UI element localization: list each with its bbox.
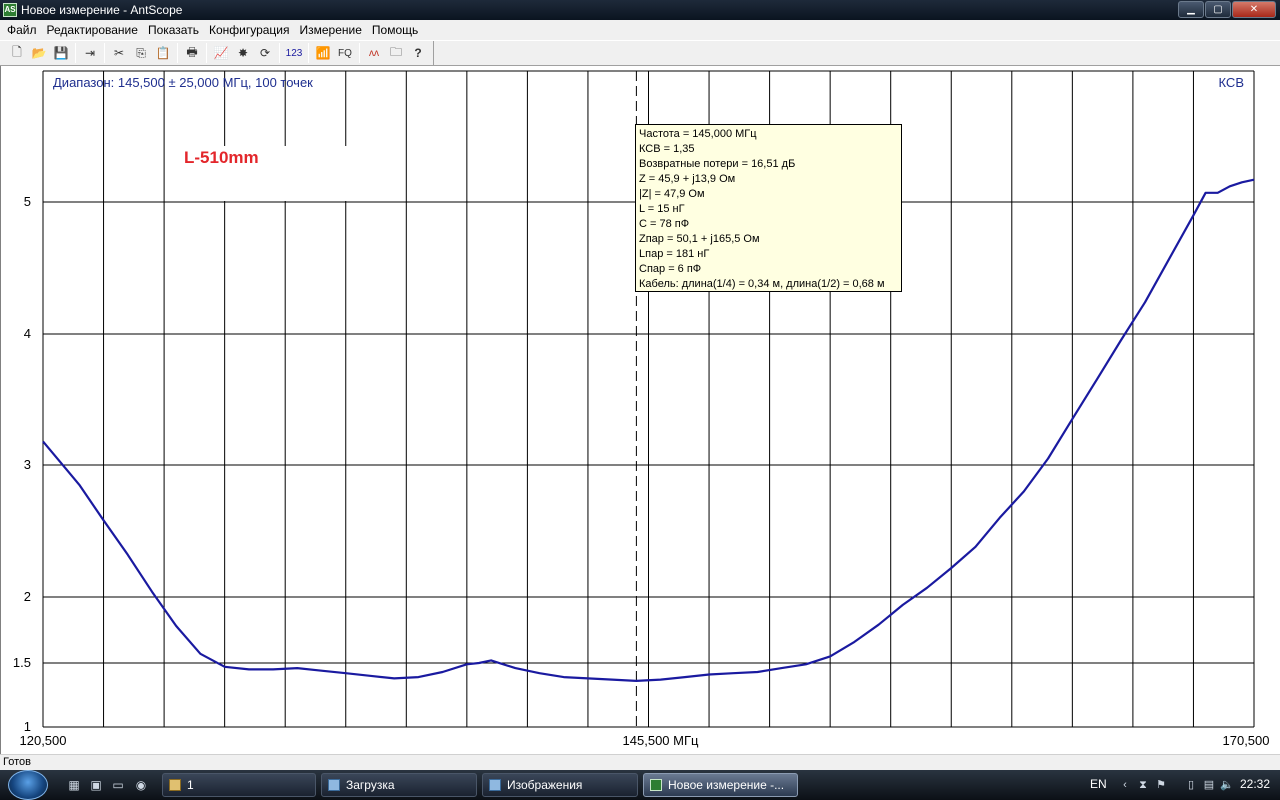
- toolbar-separator: [359, 43, 360, 63]
- toolbar-end-separator: [433, 41, 434, 65]
- help-icon[interactable]: ?: [407, 42, 429, 64]
- window-title: Новое измерение - AntScope: [21, 3, 183, 17]
- toolbar-separator: [75, 43, 76, 63]
- auto-scan-icon[interactable]: ✸: [232, 42, 254, 64]
- new-file-icon[interactable]: 🗋: [6, 42, 28, 64]
- status-text: Готов: [3, 756, 31, 768]
- swr-chart-area[interactable]: 5 4 3 2 1.5 1 120,500 145,500 МГц 170,500 Диапаз…: [0, 66, 1280, 754]
- tooltip-cable-length: Кабель: длина(1/4) = 0,34 м, длина(1/2) …: [639, 278, 885, 290]
- volume-icon[interactable]: 🔈: [1220, 778, 1234, 792]
- device-icon[interactable]: ▤: [1202, 778, 1216, 792]
- copy-icon[interactable]: ⎘: [130, 42, 152, 64]
- menu-edit[interactable]: Редактирование: [42, 20, 143, 40]
- range-label: Диапазон: 145,500 ± 25,000 МГц, 100 точе…: [53, 75, 313, 90]
- folder-icon[interactable]: 🗀: [385, 42, 407, 64]
- open-folder-icon[interactable]: 📂: [28, 42, 50, 64]
- battery-icon[interactable]: ▯: [1184, 778, 1198, 792]
- x-tick-label: 145,500 МГц: [623, 733, 699, 748]
- chrome-icon[interactable]: ◉: [133, 777, 149, 793]
- antscope-app-icon: AS: [3, 3, 17, 17]
- y-tick-label: 4: [24, 326, 31, 341]
- start-button[interactable]: [8, 770, 48, 800]
- annotation-box: L-510mm: [178, 146, 362, 201]
- task-label: Изображения: [507, 778, 583, 792]
- menu-measurement[interactable]: Измерение: [294, 20, 366, 40]
- toolbar-separator: [177, 43, 178, 63]
- y-axis-title: КСВ: [1218, 75, 1245, 90]
- connection-icon[interactable]: ⚑: [1154, 778, 1168, 792]
- toolbar-separator: [206, 43, 207, 63]
- toolbar-separator: [104, 43, 105, 63]
- paste-icon[interactable]: 📋: [152, 42, 174, 64]
- tray-expand-icon[interactable]: ‹: [1118, 778, 1132, 792]
- network-icon[interactable]: ⧗: [1136, 778, 1150, 792]
- switch-windows-icon[interactable]: ▣: [88, 777, 104, 793]
- taskbar: ▦ ▣ ▭ ◉ 1 Загрузка Изображения Новое изм…: [0, 770, 1280, 800]
- tooltip-swr: КСВ = 1,35: [639, 143, 695, 155]
- menu-file[interactable]: Файл: [2, 20, 42, 40]
- tooltip-return-loss: Возвратные потери = 16,51 дБ: [639, 158, 796, 170]
- menu-configuration[interactable]: Конфигурация: [204, 20, 295, 40]
- x-tick-label: 170,500: [1223, 733, 1270, 748]
- window-controls: ▁ ▢ ✕: [1178, 1, 1276, 18]
- x-tick-label: 120,500: [20, 733, 67, 748]
- tooltip-frequency: Частота = 145,000 МГц: [639, 128, 757, 140]
- save-icon[interactable]: 💾: [50, 42, 72, 64]
- tooltip-parallel-impedance: Zпар = 50,1 + j165,5 Ом: [639, 233, 760, 245]
- toolbar-separator: [308, 43, 309, 63]
- analyze-icon[interactable]: ʌʌ: [363, 42, 385, 64]
- clock[interactable]: 22:32: [1240, 777, 1270, 791]
- tooltip-impedance-magnitude: |Z| = 47,9 Ом: [639, 188, 705, 200]
- cut-icon[interactable]: ✂: [108, 42, 130, 64]
- show-desktop-icon[interactable]: ▦: [66, 777, 82, 793]
- y-tick-label: 1.5: [13, 655, 31, 670]
- task-label: Загрузка: [346, 778, 395, 792]
- chart-icon[interactable]: 📈: [210, 42, 232, 64]
- y-tick-label: 2: [24, 589, 31, 604]
- menu-bar: Файл Редактирование Показать Конфигураци…: [0, 20, 1280, 40]
- taskbar-item-antscope[interactable]: Новое измерение -...: [643, 773, 798, 797]
- tooltip-parallel-inductance: Lпар = 181 нГ: [639, 248, 710, 260]
- refresh-icon[interactable]: ⟳: [254, 42, 276, 64]
- menu-view[interactable]: Показать: [143, 20, 204, 40]
- toolbar-separator: [279, 43, 280, 63]
- taskbar-item-images[interactable]: Изображения: [482, 773, 638, 797]
- menu-help[interactable]: Помощь: [367, 20, 423, 40]
- y-tick-label: 3: [24, 457, 31, 472]
- export-icon[interactable]: ⇥: [79, 42, 101, 64]
- print-icon[interactable]: 🖶: [181, 42, 203, 64]
- language-indicator[interactable]: EN: [1090, 777, 1107, 791]
- images-icon: [489, 779, 501, 791]
- taskbar-item-folder-1[interactable]: 1: [162, 773, 316, 797]
- taskbar-item-downloads[interactable]: Загрузка: [321, 773, 477, 797]
- maximize-button[interactable]: ▢: [1205, 1, 1231, 18]
- cursor-tooltip: Частота = 145,000 МГц КСВ = 1,35 Возврат…: [635, 124, 902, 292]
- close-button[interactable]: ✕: [1232, 1, 1276, 18]
- toolbar: 🗋 📂 💾 ⇥ ✂ ⎘ 📋 🖶 📈 ✸ ⟳ 123 📶 FQ ʌʌ 🗀 ?: [0, 40, 1280, 66]
- task-label: Новое измерение -...: [668, 778, 785, 792]
- monitor-icon[interactable]: ▭: [110, 777, 126, 793]
- fq-icon[interactable]: FQ: [334, 42, 356, 64]
- minimize-button[interactable]: ▁: [1178, 1, 1204, 18]
- tooltip-inductance: L = 15 нГ: [639, 203, 685, 215]
- antscope-task-icon: [650, 779, 662, 791]
- downloads-icon: [328, 779, 340, 791]
- antenna-icon[interactable]: 📶: [312, 42, 334, 64]
- tooltip-capacitance: C = 78 пФ: [639, 218, 690, 230]
- tooltip-impedance: Z = 45,9 + j13,9 Ом: [639, 173, 736, 185]
- status-bar: Готов: [0, 754, 1280, 770]
- annotation-text: L-510mm: [184, 148, 259, 167]
- folder-icon: [169, 779, 181, 791]
- app-window: AS Новое измерение - AntScope ▁ ▢ ✕ Файл…: [0, 0, 1280, 800]
- numbers-icon[interactable]: 123: [283, 42, 305, 64]
- tooltip-parallel-capacitance: Cпар = 6 пФ: [639, 263, 702, 275]
- title-bar[interactable]: AS Новое измерение - AntScope ▁ ▢ ✕: [0, 0, 1280, 20]
- y-tick-label: 5: [24, 194, 31, 209]
- task-label: 1: [187, 778, 194, 792]
- y-tick-label: 1: [24, 719, 31, 734]
